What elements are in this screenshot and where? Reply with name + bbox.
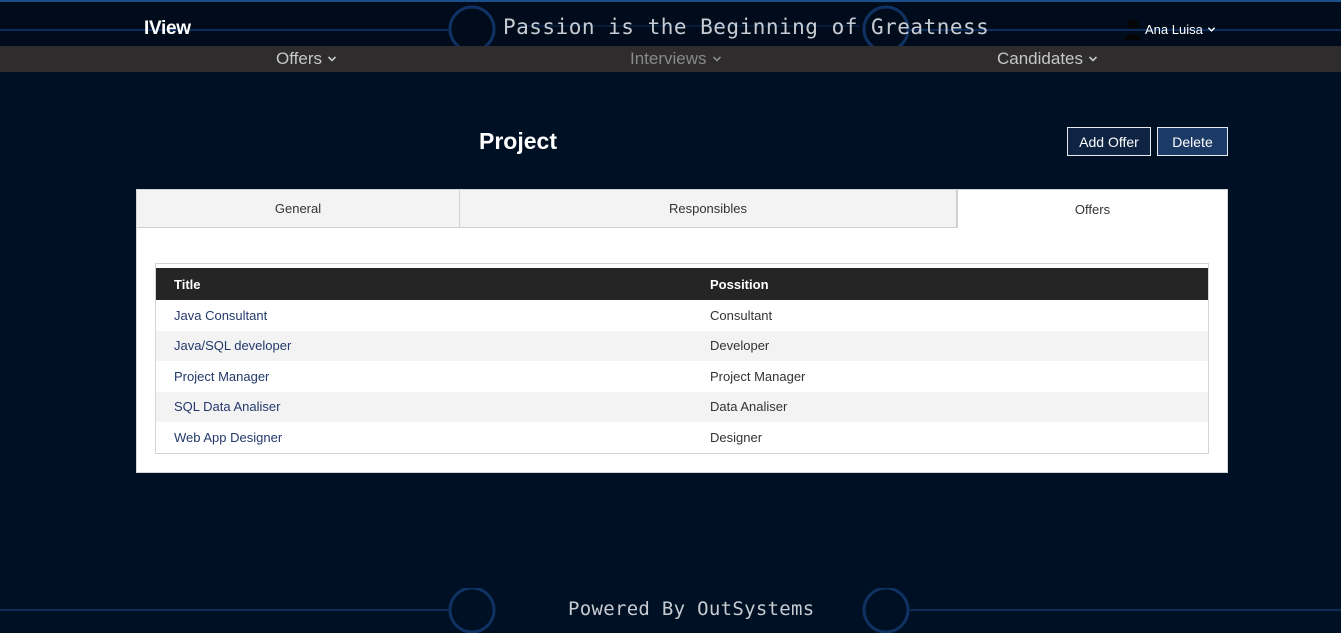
offer-position: Designer: [710, 429, 763, 445]
table-row: Project Manager Project Manager: [156, 361, 1208, 392]
user-avatar-icon: [1125, 19, 1141, 40]
add-offer-button[interactable]: Add Offer: [1067, 127, 1151, 156]
table-row: Web App Designer Designer: [156, 422, 1208, 453]
chevron-down-icon: [1207, 26, 1215, 32]
column-header-position[interactable]: Possition: [692, 268, 1208, 300]
table-header-row: Title Possition: [156, 268, 1208, 300]
tab-responsibles[interactable]: Responsibles: [460, 190, 957, 228]
app-logo[interactable]: IView: [144, 18, 191, 40]
column-header-title[interactable]: Title: [156, 268, 692, 300]
tab-general[interactable]: General: [137, 190, 460, 228]
offer-position: Project Manager: [710, 368, 806, 384]
offer-position: Developer: [710, 338, 770, 354]
project-card: General Responsibles Offers Title Possit…: [136, 189, 1228, 473]
chevron-down-icon: [327, 56, 337, 62]
app-header: IView Passion is the Beginning of Greatn…: [0, 0, 1341, 48]
user-name: Ana Luisa: [1145, 21, 1203, 37]
tab-bar: General Responsibles Offers: [137, 190, 1227, 228]
chevron-down-icon: [1088, 56, 1098, 62]
menu-item-candidates[interactable]: Candidates: [997, 49, 1098, 69]
footer-text: Powered By OutSystems: [568, 598, 815, 620]
delete-button[interactable]: Delete: [1157, 127, 1228, 156]
offer-position: Consultant: [710, 307, 773, 323]
offers-table-container: Title Possition Java Consultant Consulta…: [155, 263, 1209, 454]
offer-title-link[interactable]: Web App Designer: [174, 430, 282, 445]
offer-title-link[interactable]: Java Consultant: [174, 308, 267, 323]
offers-table: Title Possition Java Consultant Consulta…: [156, 268, 1208, 453]
offer-position: Data Analiser: [710, 399, 788, 415]
tab-offers[interactable]: Offers: [957, 190, 1227, 228]
offer-title-link[interactable]: Java/SQL developer: [174, 338, 291, 353]
main-menu: Offers Interviews Candidates: [0, 46, 1341, 72]
menu-item-interviews[interactable]: Interviews: [630, 49, 722, 69]
table-row: Java Consultant Consultant: [156, 300, 1208, 331]
table-row: SQL Data Analiser Data Analiser: [156, 391, 1208, 422]
user-menu[interactable]: Ana Luisa: [1124, 17, 1216, 41]
offer-title-link[interactable]: Project Manager: [174, 369, 269, 384]
page-title: Project: [479, 128, 557, 154]
slogan: Passion is the Beginning of Greatness: [503, 15, 990, 39]
chevron-down-icon: [712, 56, 721, 62]
offer-title-link[interactable]: SQL Data Analiser: [174, 399, 280, 414]
menu-item-offers[interactable]: Offers: [276, 49, 337, 69]
table-row: Java/SQL developer Developer: [156, 330, 1208, 361]
